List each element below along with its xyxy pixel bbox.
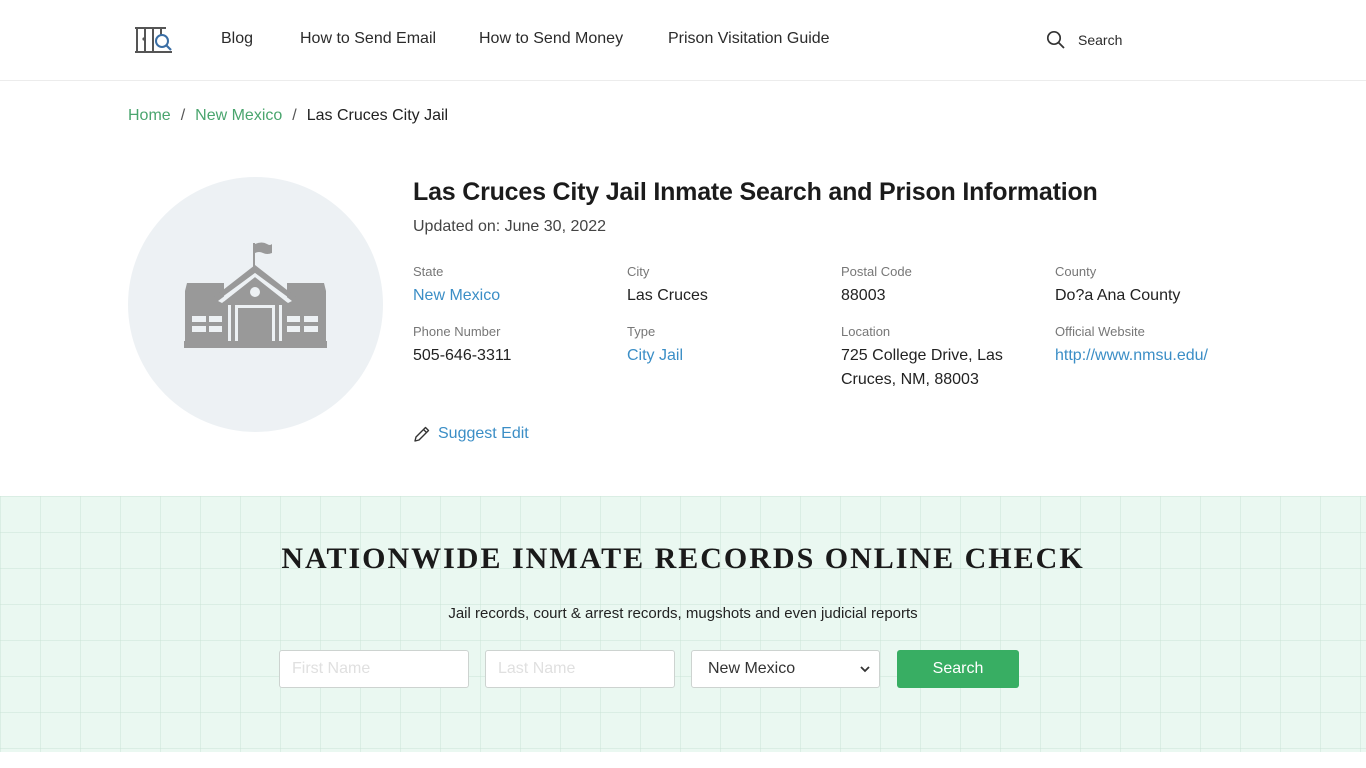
last-name-input[interactable] [485, 650, 675, 688]
breadcrumb-new-mexico[interactable]: New Mexico [195, 107, 282, 125]
state-select[interactable]: New Mexico [691, 650, 880, 688]
nav-how-to-send-money[interactable]: How to Send Money [479, 30, 623, 48]
field-value: 505-646-3311 [413, 347, 512, 364]
banner-title: NATIONWIDE INMATE RECORDS ONLINE CHECK [281, 542, 1085, 575]
nav-prison-visitation-guide[interactable]: Prison Visitation Guide [668, 30, 830, 48]
search-button[interactable]: Search [897, 650, 1019, 688]
type-link[interactable]: City Jail [627, 344, 827, 368]
field-value: Las Cruces [627, 287, 708, 304]
breadcrumb: Home / New Mexico / Las Cruces City Jail [128, 107, 448, 125]
chevron-down-icon [860, 666, 870, 673]
updated-date: Updated on: June 30, 2022 [413, 218, 607, 235]
nav-blog[interactable]: Blog [221, 30, 253, 48]
inmate-search-banner: NATIONWIDE INMATE RECORDS ONLINE CHECK J… [0, 496, 1366, 752]
breadcrumb-separator: / [180, 107, 186, 124]
field-phone-number: Phone Number 505-646-3311 [413, 324, 613, 368]
header-search-button[interactable]: Search [1046, 30, 1122, 50]
breadcrumb-current: Las Cruces City Jail [306, 107, 449, 124]
suggest-edit-label: Suggest Edit [438, 425, 529, 442]
banner-subtitle: Jail records, court & arrest records, mu… [448, 605, 918, 622]
field-label: Postal Code [841, 264, 912, 279]
field-state: State New Mexico [413, 264, 613, 308]
search-icon [1046, 30, 1065, 49]
official-website-link[interactable]: http://www.nmsu.edu/ [1055, 344, 1275, 368]
page-title: Las Cruces City Jail Inmate Search and P… [413, 178, 1098, 206]
field-postal-code: Postal Code 88003 [841, 264, 1041, 308]
pencil-icon [414, 426, 430, 442]
header-search-label: Search [1078, 32, 1123, 48]
facility-image [128, 177, 383, 432]
site-header: Blog How to Send Email How to Send Money… [0, 0, 1366, 81]
field-value: 725 College Drive, Las Cruces, NM, 88003 [841, 347, 1003, 388]
field-label: County [1055, 264, 1097, 279]
first-name-input[interactable] [279, 650, 469, 688]
field-county: County Do?a Ana County [1055, 264, 1255, 308]
field-label: Type [627, 324, 656, 339]
breadcrumb-home[interactable]: Home [128, 107, 171, 125]
field-label: Official Website [1055, 324, 1145, 339]
field-label: Phone Number [413, 324, 501, 339]
suggest-edit-link[interactable]: Suggest Edit [413, 425, 529, 443]
state-link[interactable]: New Mexico [413, 284, 613, 308]
field-value: Do?a Ana County [1055, 287, 1181, 304]
field-label: Location [841, 324, 891, 339]
field-official-website: Official Website http://www.nmsu.edu/ [1055, 324, 1275, 368]
prison-bars-magnifier-icon[interactable] [134, 26, 176, 54]
field-label: State [413, 264, 444, 279]
field-location: Location 725 College Drive, Las Cruces, … [841, 324, 1021, 392]
field-label: City [627, 264, 650, 279]
state-select-value: New Mexico [708, 660, 796, 677]
nav-how-to-send-email[interactable]: How to Send Email [300, 30, 436, 48]
field-type: Type City Jail [627, 324, 827, 368]
field-value: 88003 [841, 287, 886, 304]
breadcrumb-separator: / [292, 107, 297, 124]
field-city: City Las Cruces [627, 264, 827, 308]
building-with-flag-icon [184, 242, 327, 348]
